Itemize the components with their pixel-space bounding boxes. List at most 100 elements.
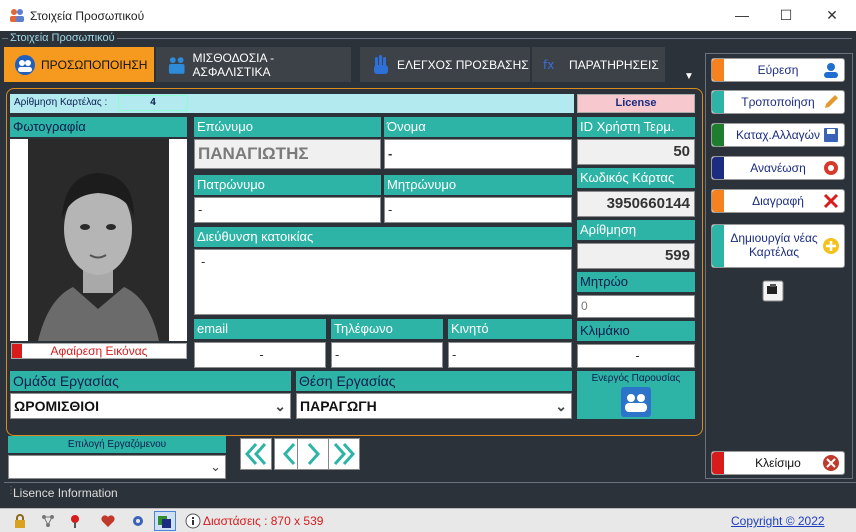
settings-icon[interactable] xyxy=(130,513,146,529)
work-group-select[interactable]: ΩΡΟΜΙΣΘΙΟΙ ⌄ xyxy=(10,393,291,419)
chevron-down-icon: ⌄ xyxy=(210,459,221,474)
heart-icon[interactable] xyxy=(100,513,116,529)
tab-access-control[interactable]: ΕΛΕΓΧΟΣ ΠΡΟΣΒΑΣΗΣ xyxy=(360,47,530,82)
father-name-field[interactable]: - xyxy=(194,197,381,223)
button-strip xyxy=(712,91,724,113)
work-position-label: Θέση Εργασίας xyxy=(296,371,572,391)
surname-label: Επώνυμο xyxy=(194,117,381,137)
window-mode-button[interactable] xyxy=(154,511,176,531)
phone-label: Τηλέφωνο xyxy=(331,319,443,339)
phone-field[interactable]: - xyxy=(331,342,443,368)
next-record-button[interactable] xyxy=(297,438,329,470)
network-icon[interactable] xyxy=(40,513,56,529)
employee-select[interactable]: ⌄ xyxy=(8,455,226,479)
close-window-button[interactable]: ✕ xyxy=(810,0,854,31)
button-strip xyxy=(712,190,724,212)
close-button[interactable]: Κλείσιμο xyxy=(711,451,845,475)
main-area: Στοιχεία Προσωπικού ΠΡΟΣΩΠΟΠΟΙΗΣΗ ΜΙΣΘΟΔ… xyxy=(0,31,856,508)
svg-text:fx: fx xyxy=(543,58,554,72)
find-button[interactable]: Εύρεση xyxy=(711,58,845,82)
tab-label: ΜΙΣΘΟΔΟΣΙΑ - ΑΣΦΑΛΙΣΤΙΚΑ xyxy=(192,50,275,79)
find-label: Εύρεση xyxy=(757,63,799,77)
remove-photo-label: Αφαίρεση Εικόνας xyxy=(50,344,148,358)
pin-icon[interactable] xyxy=(67,513,83,529)
mobile-label: Κινητό xyxy=(448,319,572,339)
refresh-icon xyxy=(824,161,838,175)
new-card-button[interactable]: Δημιουργία νέας Καρτέλας xyxy=(711,224,845,268)
licence-divider xyxy=(4,482,856,483)
tab-payroll[interactable]: ΜΙΣΘΟΔΟΣΙΑ - ΑΣΦΑΛΙΣΤΙΚΑ xyxy=(156,47,351,82)
mother-name-field[interactable]: - xyxy=(384,197,572,223)
button-strip xyxy=(712,157,724,179)
email-field[interactable]: - xyxy=(194,342,326,368)
photo-label: Φωτογραφία xyxy=(10,117,187,137)
presence-box: Ενεργός Παρουσίας xyxy=(577,371,695,419)
double-right-icon xyxy=(333,442,356,466)
employee-photo xyxy=(28,139,169,341)
mobile-field[interactable]: - xyxy=(448,342,572,368)
father-name-label: Πατρώνυμο xyxy=(194,175,381,195)
scale-field[interactable]: - xyxy=(577,344,695,368)
window-title: Στοιχεία Προσωπικού xyxy=(30,9,145,23)
user-id-label: ID Χρήστη Τερμ. xyxy=(577,117,695,137)
photo-frame xyxy=(10,139,187,341)
work-group-value: ΩΡΟΜΙΣΘΙΟΙ xyxy=(14,398,99,414)
tab-personalization[interactable]: ΠΡΟΣΩΠΟΠΟΙΗΣΗ xyxy=(4,47,154,82)
card-number-row: Αρίθμηση Καρτέλας : 4 xyxy=(10,94,574,113)
license-badge: License xyxy=(577,94,695,113)
work-group-label: Ομάδα Εργασίας xyxy=(10,371,291,391)
licence-info-label[interactable]: Lisence Information xyxy=(13,486,118,500)
address-field[interactable]: - xyxy=(194,249,572,315)
presence-people-icon[interactable] xyxy=(621,387,651,417)
copyright-link[interactable]: Copyright © 2022 xyxy=(731,514,825,528)
delete-label: Διαγραφή xyxy=(752,194,804,208)
user-id-field[interactable]: 50 xyxy=(577,139,695,165)
button-strip xyxy=(712,124,724,146)
remove-photo-button[interactable]: Αφαίρεση Εικόνας xyxy=(11,343,187,359)
edit-label: Τροποποίηση xyxy=(741,95,815,109)
refresh-label: Ανανέωση xyxy=(750,161,806,175)
chevron-down-icon: ⌄ xyxy=(274,398,286,414)
card-number-value: 4 xyxy=(118,95,188,111)
last-record-button[interactable] xyxy=(328,438,360,470)
chevron-right-icon xyxy=(307,442,321,466)
lock-icon[interactable] xyxy=(12,513,28,529)
delete-icon xyxy=(823,193,839,209)
chevron-down-icon: ⌄ xyxy=(555,398,567,414)
save-icon xyxy=(824,128,838,142)
work-position-value: ΠΑΡΑΓΩΓΗ xyxy=(300,398,377,414)
dimensions-text: Διαστάσεις : 870 x 539 xyxy=(203,514,324,528)
remove-strip xyxy=(12,344,22,358)
search-user-icon xyxy=(824,63,838,78)
numbering-label: Αρίθμηση xyxy=(577,220,695,240)
close-icon xyxy=(823,455,839,471)
presence-label: Ενεργός Παρουσίας xyxy=(591,373,681,384)
minimize-button[interactable]: — xyxy=(720,0,764,31)
work-position-select[interactable]: ΠΑΡΑΓΩΓΗ ⌄ xyxy=(296,393,572,419)
card-code-label: Κωδικός Κάρτας xyxy=(577,168,695,188)
tab-overflow-arrow[interactable]: ▼ xyxy=(684,71,694,82)
card-number-label: Αρίθμηση Καρτέλας : xyxy=(14,97,108,108)
tab-label: ΕΛΕΓΧΟΣ ΠΡΟΣΒΑΣΗΣ xyxy=(397,57,529,72)
card-code-field[interactable]: 3950660144 xyxy=(577,191,695,217)
registry-field[interactable]: 0 xyxy=(577,295,695,318)
tab-notes[interactable]: fx ΠΑΡΑΤΗΡΗΣΕΙΣ xyxy=(532,47,665,82)
maximize-button[interactable]: ☐ xyxy=(764,0,808,31)
button-strip xyxy=(712,59,724,81)
save-changes-label: Καταχ.Αλλαγών xyxy=(735,128,821,142)
group-border xyxy=(2,38,852,39)
first-record-button[interactable] xyxy=(240,438,272,470)
refresh-button[interactable]: Ανανέωση xyxy=(711,156,845,180)
numbering-field[interactable]: 599 xyxy=(577,243,695,269)
registry-label: Μητρώο xyxy=(577,272,695,292)
scale-label: Κλιμάκιο xyxy=(577,321,695,341)
card-reader-icon[interactable] xyxy=(762,280,784,302)
edit-button[interactable]: Τροποποίηση xyxy=(711,90,845,114)
surname-field[interactable]: ΠΑΝΑΓΙΩΤΗΣ xyxy=(194,139,381,169)
button-strip xyxy=(712,452,724,474)
save-changes-button[interactable]: Καταχ.Αλλαγών xyxy=(711,123,845,147)
name-field[interactable]: - xyxy=(384,139,572,169)
tab-label: ΠΑΡΑΤΗΡΗΣΕΙΣ xyxy=(569,57,659,72)
delete-button[interactable]: Διαγραφή xyxy=(711,189,845,213)
people-icon xyxy=(15,54,35,75)
